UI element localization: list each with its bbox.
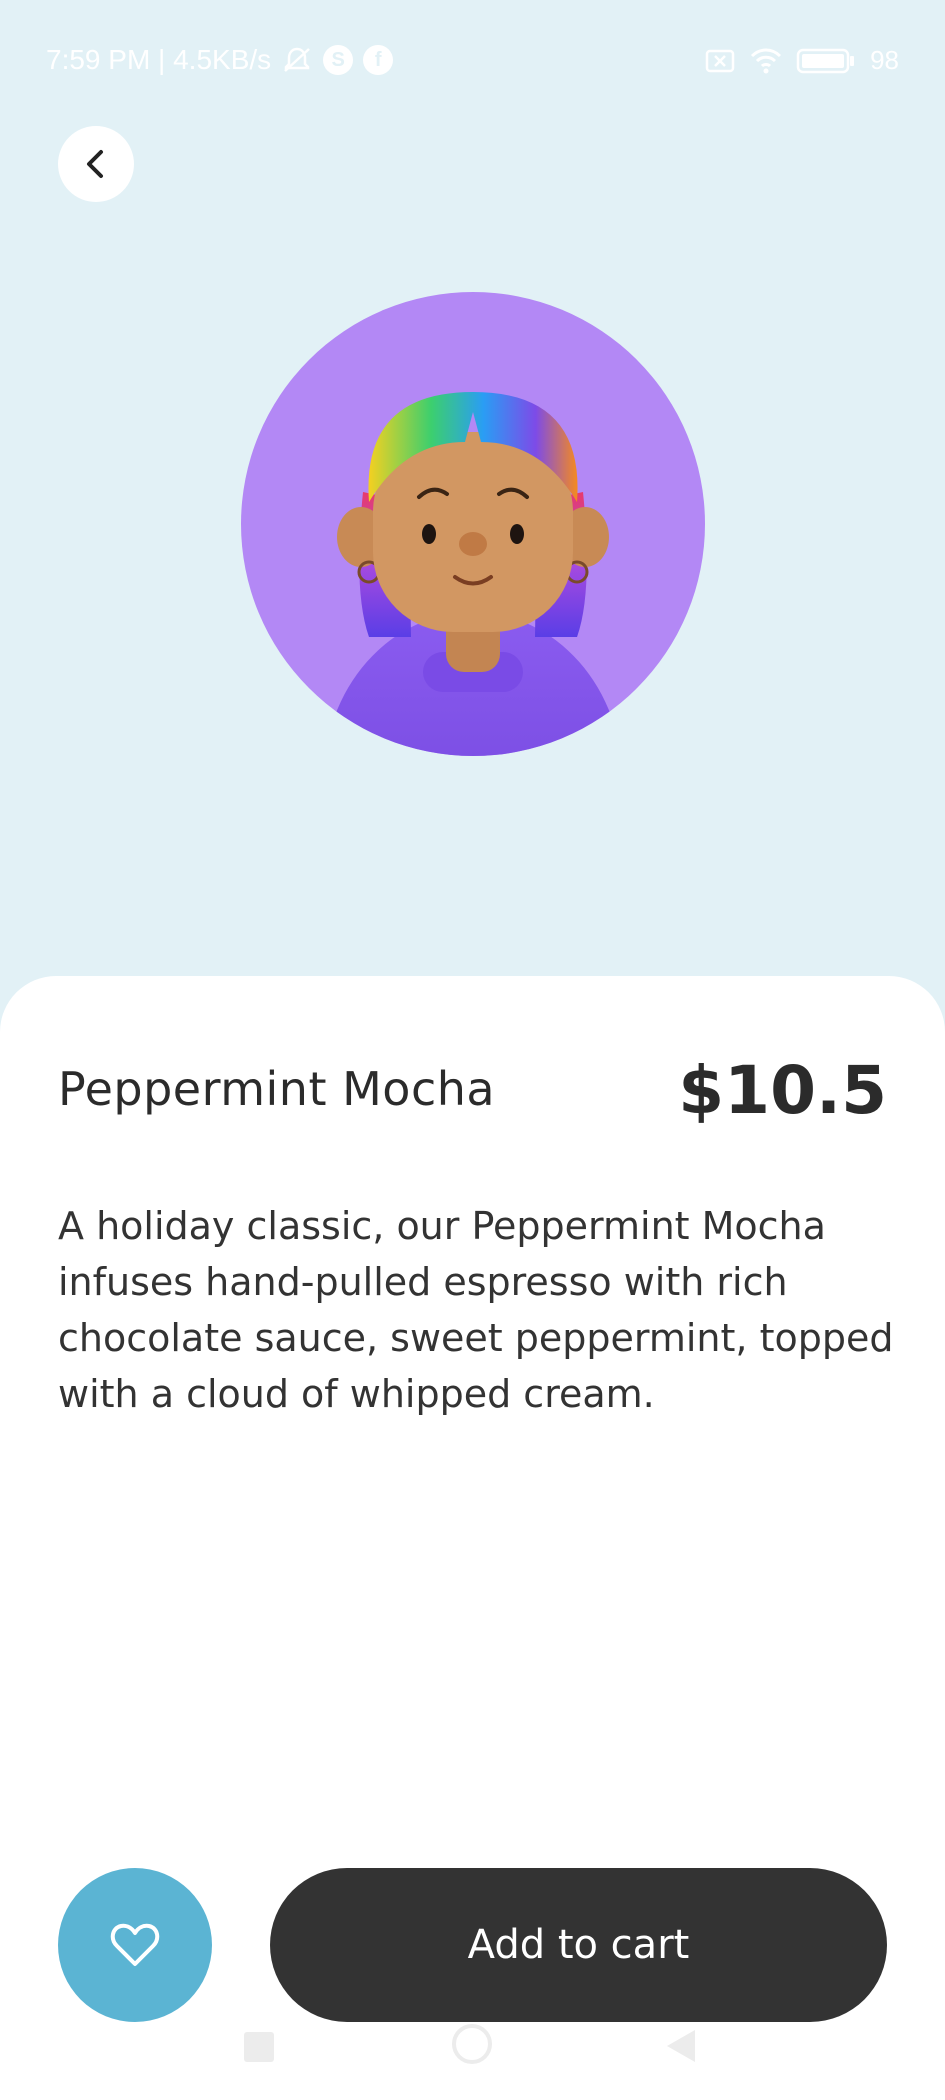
status-bar: 7:59 PM | 4.5KB/s S f 98: [0, 0, 945, 115]
heart-icon: [110, 1923, 160, 1966]
status-right: 98: [704, 40, 899, 80]
wifi-icon: [751, 48, 782, 74]
back-button[interactable]: [58, 126, 134, 202]
product-description: A holiday classic, our Peppermint Mocha …: [58, 1204, 894, 1416]
add-to-cart-button[interactable]: Add to cart: [270, 1868, 887, 2022]
product-price: $10.5: [678, 1052, 887, 1129]
status-left: 7:59 PM | 4.5KB/s S f: [46, 40, 394, 80]
chevron-left-icon: [87, 150, 103, 178]
sim-off-icon: [705, 49, 735, 73]
avatar-illustration: [324, 392, 622, 756]
battery-icon: [796, 48, 855, 74]
recents-icon[interactable]: [244, 2032, 274, 2062]
back-icon[interactable]: [667, 2030, 695, 2062]
status-time-speed: 7:59 PM | 4.5KB/s: [46, 44, 272, 75]
favorite-button[interactable]: [58, 1868, 212, 2022]
skype-icon: S: [323, 45, 354, 75]
battery-percent: 98: [870, 44, 899, 75]
product-title: Peppermint Mocha: [58, 1062, 496, 1116]
facebook-icon: f: [363, 45, 394, 75]
product-avatar: [241, 292, 705, 756]
mute-bell-icon: [284, 47, 311, 72]
home-icon[interactable]: [452, 2024, 492, 2064]
